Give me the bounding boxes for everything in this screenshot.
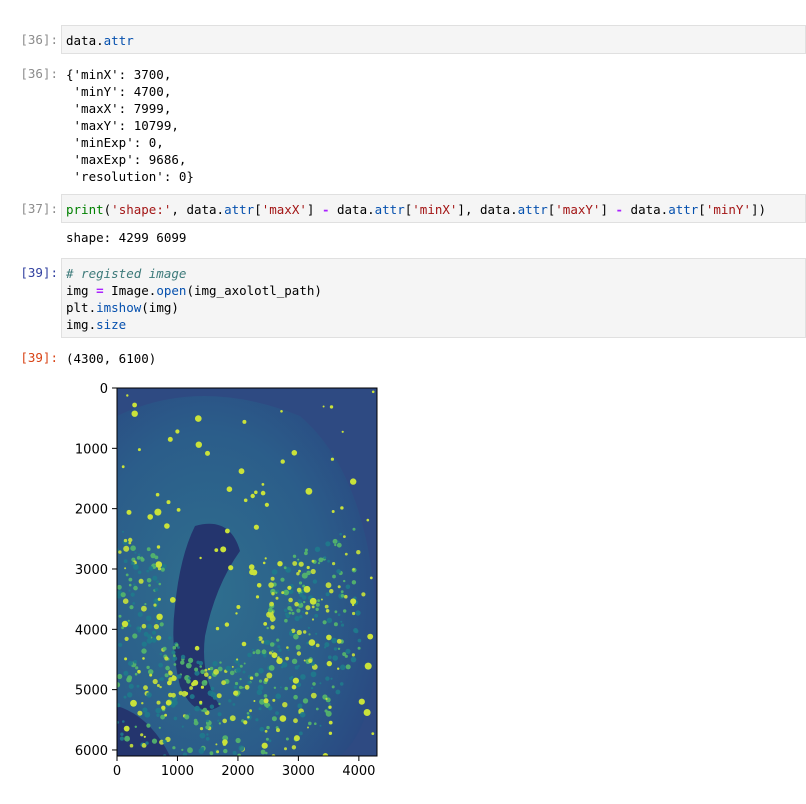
x-tick-label: 3000 bbox=[282, 764, 315, 779]
output-line: 'minExp': 0, bbox=[66, 135, 164, 150]
input-prompt-39: [39]: bbox=[20, 265, 58, 280]
output-line: {'minX': 3700, bbox=[66, 67, 172, 82]
y-tick-label: 3000 bbox=[75, 563, 108, 578]
stdout-text: shape: 4299 6099 bbox=[66, 230, 187, 245]
code-line: data.attr bbox=[66, 33, 134, 48]
image-area bbox=[117, 388, 377, 756]
code-cell-39[interactable]: # registed image img = Image.open(img_ax… bbox=[61, 258, 806, 338]
output-line: 'maxX': 7999, bbox=[66, 101, 172, 116]
input-prompt-36: [36]: bbox=[20, 32, 58, 47]
y-tick-label: 4000 bbox=[75, 623, 108, 638]
y-tick-label: 5000 bbox=[75, 684, 108, 699]
imshow-plot: 0 1000 2000 3000 4000 0 1000 2000 3000 4000 5000 60… bbox=[75, 382, 378, 779]
x-tick-label: 1000 bbox=[161, 764, 194, 779]
x-tick-label: 0 bbox=[113, 764, 121, 779]
output-size: (4300, 6100) bbox=[66, 351, 157, 366]
code-block: # registed image img = Image.open(img_ax… bbox=[66, 266, 322, 332]
code-cell-36[interactable]: data.attr bbox=[61, 25, 806, 54]
output-line: 'maxY': 10799, bbox=[66, 118, 179, 133]
y-tick-label: 2000 bbox=[75, 503, 108, 518]
output-dict: {'minX': 3700, 'minY': 4700, 'maxX': 799… bbox=[66, 66, 194, 185]
code-line: print('shape:', data.attr['maxX'] - data… bbox=[66, 202, 767, 217]
output-line: 'resolution': 0} bbox=[66, 169, 194, 184]
output-prompt-39: [39]: bbox=[20, 350, 58, 365]
x-tick-label: 2000 bbox=[221, 764, 254, 779]
y-tick-label: 6000 bbox=[75, 744, 108, 759]
y-tick-label: 0 bbox=[100, 382, 108, 397]
code-cell-37[interactable]: print('shape:', data.attr['maxX'] - data… bbox=[61, 194, 806, 223]
output-prompt-36: [36]: bbox=[20, 66, 58, 81]
input-prompt-37: [37]: bbox=[20, 201, 58, 216]
y-tick-label: 1000 bbox=[75, 442, 108, 457]
output-line: 'minY': 4700, bbox=[66, 84, 172, 99]
x-tick-label: 4000 bbox=[342, 764, 375, 779]
output-line: 'maxExp': 9686, bbox=[66, 152, 187, 167]
